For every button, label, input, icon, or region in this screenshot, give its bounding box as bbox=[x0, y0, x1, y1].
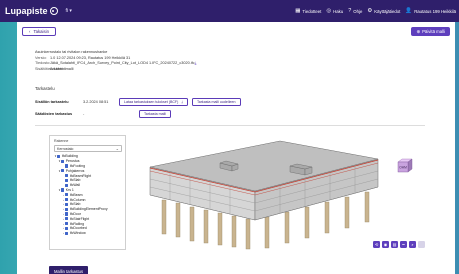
tree-item-label: IfcDoor bbox=[69, 211, 81, 216]
content-check-label: Sisällön tarkastelu bbox=[35, 100, 69, 104]
view-cube-label: OHM bbox=[399, 166, 407, 170]
check-row-regulations: Säädösten tarkastus - Tarkasta malli bbox=[35, 110, 171, 118]
check-model-button[interactable]: Tarkasta malli bbox=[139, 110, 171, 118]
download-file-icon[interactable]: ⤓ bbox=[195, 61, 197, 67]
nav-user-label: Rautatus 199 Heikkilä bbox=[414, 8, 456, 14]
download-bcf-label: Lataa tarkastuksen tulokset (BCF) bbox=[124, 100, 179, 104]
tree-checkbox[interactable] bbox=[61, 169, 65, 173]
tree-item-label: IfcBuilding bbox=[61, 154, 78, 159]
nav-kayttajatiedot-icon: ⚙ bbox=[367, 8, 373, 14]
tree-checkbox[interactable] bbox=[65, 202, 69, 206]
structure-select-value: Kerrostalo bbox=[57, 146, 74, 151]
recheck-model-button[interactable]: Tarkasta malli uudelleen bbox=[191, 98, 241, 106]
check-row-content: Sisällön tarkastelu 3.2.2024 08:51 Lataa… bbox=[35, 98, 241, 106]
nav-kayttajatiedot-label: Käyttäjätiedot bbox=[374, 8, 401, 14]
upload-icon: ⊕ bbox=[416, 28, 421, 34]
tree-checkbox[interactable] bbox=[65, 183, 69, 187]
nav-tiedotteet-label: Tiedotteet bbox=[302, 8, 322, 14]
tree-checkbox[interactable] bbox=[57, 154, 61, 158]
nav-haku-icon: ◎ bbox=[326, 8, 332, 14]
update-model-button[interactable]: ⊕ Päivitä malli bbox=[411, 27, 450, 36]
tree-item-label: Perustus bbox=[65, 159, 80, 164]
tree-checkbox[interactable] bbox=[65, 207, 69, 211]
info-row: Sisältötietokanta: Arkkitehtimalli bbox=[35, 67, 196, 73]
viewer-toolbar: ⟲ ◉ ▤ ━ ⌕ bbox=[373, 241, 425, 248]
rotate-icon[interactable]: ⟲ bbox=[373, 241, 380, 248]
nav-haku-label: Haku bbox=[333, 8, 344, 14]
tree-item-label: IfcBuildingElementProxy bbox=[69, 207, 108, 212]
back-button-label: Takaisin bbox=[33, 29, 49, 34]
tree-checkbox[interactable] bbox=[65, 221, 69, 226]
tree-item-label: Krs 1 bbox=[65, 187, 74, 192]
tree-item-label: IfcBeamFlight bbox=[69, 173, 92, 178]
info-value: Arkkitehtimalli bbox=[50, 66, 74, 71]
language-label: fi bbox=[65, 8, 69, 14]
tree-checkbox[interactable] bbox=[61, 159, 65, 163]
regulation-check-value: - bbox=[83, 112, 85, 116]
zoom-icon[interactable]: ⌕ bbox=[409, 241, 416, 248]
tree-item-label: IfcFooting bbox=[69, 163, 86, 168]
tree-item-label: IfcRailing bbox=[69, 221, 85, 226]
language-selector[interactable]: fi ▾ bbox=[66, 8, 72, 14]
tree-item-label: IfcWall bbox=[69, 183, 81, 188]
view-cube[interactable]: OHM bbox=[397, 158, 413, 173]
nav-kayttajatiedot[interactable]: ⚙ Käyttäjätiedot bbox=[367, 8, 400, 14]
chevron-left-icon: ‹ bbox=[29, 29, 31, 34]
tree-checkbox[interactable] bbox=[65, 217, 69, 221]
brand-name: Lupapiste bbox=[5, 6, 48, 16]
model-check-button[interactable]: Mallin tarkastus bbox=[49, 266, 89, 274]
nav-ohje[interactable]: ? Ohje bbox=[348, 8, 362, 14]
nav-tiedotteet-icon: ▦ bbox=[295, 8, 301, 14]
chevron-down-icon: ⌄ bbox=[115, 146, 119, 151]
tree-title: Rakenne bbox=[54, 139, 69, 143]
fullscreen-icon[interactable] bbox=[418, 241, 425, 248]
tree-item-label: Pohjakerros bbox=[65, 168, 85, 173]
nav-haku[interactable]: ◎ Haku bbox=[326, 8, 343, 14]
model-info: Asuinkerrostalo tai rivitalon rakennusha… bbox=[35, 50, 196, 72]
tree-item-label: IfcSlab bbox=[69, 178, 81, 183]
tree-checkbox[interactable] bbox=[61, 188, 65, 192]
structure-tree-panel: Rakenne Kerrostalo ⌄ ▾ IfcBuilding ▾ Perust… bbox=[49, 135, 126, 250]
tree-checkbox[interactable] bbox=[65, 164, 69, 168]
content-check-date: 3.2.2024 08:51 bbox=[83, 100, 109, 104]
tree-checkbox[interactable] bbox=[65, 193, 69, 197]
tree-item-label: IfcDoorbed bbox=[69, 226, 87, 231]
nav-ohje-icon: ? bbox=[348, 8, 352, 14]
layers-icon[interactable]: ▤ bbox=[391, 241, 398, 248]
tree-list: ▾ IfcBuilding ▾ Perustus IfcFooting ▾ Pohjaker… bbox=[50, 154, 125, 236]
nav-ohje-label: Ohje bbox=[353, 8, 363, 14]
model-viewer-3d[interactable] bbox=[140, 135, 438, 252]
tree-checkbox[interactable] bbox=[65, 173, 69, 178]
nav-user-icon: 👤 bbox=[405, 8, 413, 14]
tree-item-label: IfcStairFlight bbox=[69, 216, 90, 221]
tree-checkbox[interactable] bbox=[65, 231, 69, 235]
tree-checkbox[interactable] bbox=[65, 178, 69, 182]
tree-item-label: IfcBeam bbox=[69, 192, 83, 197]
back-button[interactable]: ‹ Takaisin bbox=[22, 27, 56, 36]
brand-mark-icon bbox=[49, 7, 58, 15]
regulation-check-label: Säädösten tarkastus bbox=[35, 112, 73, 116]
top-bar: Lupapiste fi ▾ ▦ Tiedotteet ◎ Haku? Ohje ⚙ Käy… bbox=[0, 0, 459, 22]
nav-tiedotteet[interactable]: ▦ Tiedotteet bbox=[295, 8, 321, 14]
download-bcf-button[interactable]: Lataa tarkastuksen tulokset (BCF) ⤓ bbox=[119, 98, 188, 106]
tree-checkbox[interactable] bbox=[65, 212, 69, 216]
section-title: Tarkastelu bbox=[35, 86, 55, 91]
section-icon[interactable]: ━ bbox=[400, 241, 407, 248]
structure-select[interactable]: Kerrostalo ⌄ bbox=[54, 145, 122, 152]
info-key: Sisältötietokanta: bbox=[35, 66, 64, 71]
update-model-label: Päivitä malli bbox=[422, 29, 445, 34]
tree-item[interactable]: › IfcWindow bbox=[54, 231, 125, 236]
top-nav: ▦ Tiedotteet ◎ Haku? Ohje ⚙ Käyttäjätiedot 👤 Rau… bbox=[295, 8, 459, 14]
nav-user[interactable]: 👤 Rautatus 199 Heikkilä bbox=[405, 8, 456, 14]
tree-item-label: IfcSlab bbox=[69, 202, 81, 207]
tree-checkbox[interactable] bbox=[65, 197, 69, 202]
divider bbox=[35, 125, 425, 126]
brand-logo[interactable]: Lupapiste bbox=[5, 6, 58, 16]
tree-item-label: IfcColumn bbox=[69, 197, 86, 202]
tree-checkbox[interactable] bbox=[65, 226, 69, 230]
download-icon: ⤓ bbox=[181, 100, 183, 104]
focus-icon[interactable]: ◉ bbox=[382, 241, 389, 248]
tree-item-label: IfcWindow bbox=[69, 231, 86, 236]
